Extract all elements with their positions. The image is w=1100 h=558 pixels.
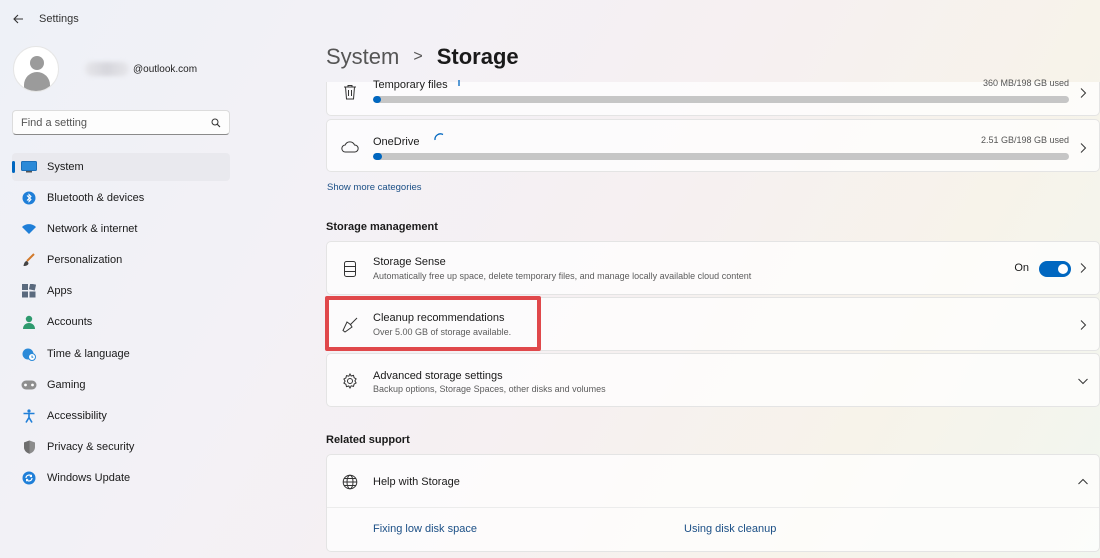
title-bar: Settings (0, 0, 1100, 38)
usage-bar (373, 96, 1069, 103)
breadcrumb-separator: > (413, 48, 423, 65)
help-with-storage-header[interactable]: Help with Storage (327, 455, 1099, 507)
sidebar-item-label: Network & internet (47, 223, 138, 236)
profile-area[interactable]: @outlook.com (13, 46, 197, 92)
section-title-storage-management: Storage management (326, 221, 438, 233)
back-button[interactable] (0, 0, 36, 38)
account-email: @outlook.com (133, 63, 198, 75)
category-name: Temporary files (373, 79, 448, 91)
category-usage: 360 MB/198 GB used (982, 78, 1069, 88)
sidebar-item-label: Accessibility (47, 409, 107, 422)
chevron-right-icon (1080, 263, 1087, 273)
sidebar-item-system[interactable]: System (12, 153, 230, 181)
storage-drive-icon (339, 258, 361, 280)
sidebar-item-label: Windows Update (47, 471, 131, 484)
sidebar-item-label: Accounts (47, 316, 93, 329)
sidebar-item-label: Privacy & security (47, 440, 135, 453)
chevron-right-icon (1080, 143, 1087, 153)
breadcrumb-parent[interactable]: System (326, 44, 399, 70)
loading-spinner-icon (458, 80, 460, 86)
sidebar-item-bluetooth[interactable]: Bluetooth & devices (12, 184, 230, 212)
wifi-icon (20, 220, 38, 238)
chevron-right-icon (1080, 320, 1087, 330)
cloud-icon (339, 136, 361, 158)
brush-icon (20, 251, 38, 269)
category-name: OneDrive (373, 136, 420, 148)
search-input[interactable] (21, 116, 211, 129)
row-title: Help with Storage (373, 476, 460, 488)
bluetooth-icon (20, 189, 38, 207)
back-arrow-icon (13, 14, 23, 24)
storage-sense-row[interactable]: Storage Sense Automatically free up spac… (326, 241, 1100, 295)
usage-bar-fill (373, 96, 382, 103)
sidebar-item-accessibility[interactable]: Accessibility (12, 402, 230, 430)
sidebar-item-label: Time & language (47, 347, 130, 360)
sidebar-item-apps[interactable]: Apps (12, 277, 230, 305)
system-icon (20, 158, 38, 176)
update-icon (20, 469, 38, 487)
chevron-up-icon (1078, 478, 1088, 485)
advanced-storage-settings-row[interactable]: Advanced storage settings Backup options… (326, 353, 1100, 407)
help-with-storage-card: Help with Storage Fixing low disk space … (326, 454, 1100, 552)
accessibility-icon (20, 407, 38, 425)
help-link-fixing-low-disk-space[interactable]: Fixing low disk space (373, 523, 477, 535)
usage-bar-fill (373, 153, 383, 160)
sidebar-nav: System Bluetooth & devices Network & int… (12, 153, 230, 495)
app-title: Settings (39, 13, 79, 25)
storage-sense-toggle[interactable] (1039, 261, 1071, 277)
gamepad-icon (20, 376, 38, 394)
row-description: Backup options, Storage Spaces, other di… (373, 384, 606, 394)
breadcrumb: System > Storage (326, 44, 519, 70)
toggle-state-label: On (1014, 262, 1029, 274)
search-box[interactable] (12, 110, 230, 135)
category-usage: 2.51 GB/198 GB used (980, 135, 1069, 145)
globe-clock-icon (20, 345, 38, 363)
row-title: Storage Sense (373, 256, 446, 268)
sidebar-item-label: Apps (47, 285, 73, 298)
sidebar-item-gaming[interactable]: Gaming (12, 371, 230, 399)
sidebar-item-label: Gaming (47, 378, 86, 391)
sidebar-item-privacy-security[interactable]: Privacy & security (12, 433, 230, 461)
storage-category-onedrive[interactable]: OneDrive 2.51 GB/198 GB used (326, 119, 1100, 172)
gear-icon (339, 370, 361, 392)
page-title: Storage (436, 44, 519, 69)
sidebar-item-label: System (47, 161, 84, 173)
sidebar-item-network[interactable]: Network & internet (12, 215, 230, 243)
search-icon[interactable] (211, 118, 221, 128)
shield-icon (20, 438, 38, 456)
row-title: Advanced storage settings (373, 370, 503, 382)
sidebar-item-label: Bluetooth & devices (47, 192, 145, 205)
person-icon (20, 313, 38, 331)
row-description: Automatically free up space, delete temp… (373, 271, 752, 281)
help-link-using-disk-cleanup[interactable]: Using disk cleanup (684, 523, 776, 535)
sidebar-item-label: Personalization (47, 254, 123, 267)
loading-spinner-icon (434, 133, 444, 141)
section-title-related-support: Related support (326, 434, 410, 446)
sidebar: @outlook.com System Bluetooth & devices … (0, 38, 240, 558)
sidebar-item-windows-update[interactable]: Windows Update (12, 464, 230, 492)
chevron-right-icon (1080, 88, 1087, 98)
usage-bar (373, 153, 1069, 160)
apps-icon (20, 282, 38, 300)
chevron-down-icon (1078, 378, 1088, 385)
storage-category-temporary-files[interactable]: Temporary files 360 MB/198 GB used (326, 78, 1100, 116)
account-name-redacted (85, 62, 129, 76)
globe-icon (339, 471, 361, 493)
sidebar-item-time-language[interactable]: Time & language (12, 340, 230, 368)
avatar (13, 46, 59, 92)
highlight-box (325, 296, 541, 351)
sidebar-item-accounts[interactable]: Accounts (12, 308, 230, 336)
trash-icon (339, 81, 361, 103)
divider (327, 507, 1099, 508)
sidebar-item-personalization[interactable]: Personalization (12, 246, 230, 274)
show-more-categories-link[interactable]: Show more categories (327, 182, 422, 193)
